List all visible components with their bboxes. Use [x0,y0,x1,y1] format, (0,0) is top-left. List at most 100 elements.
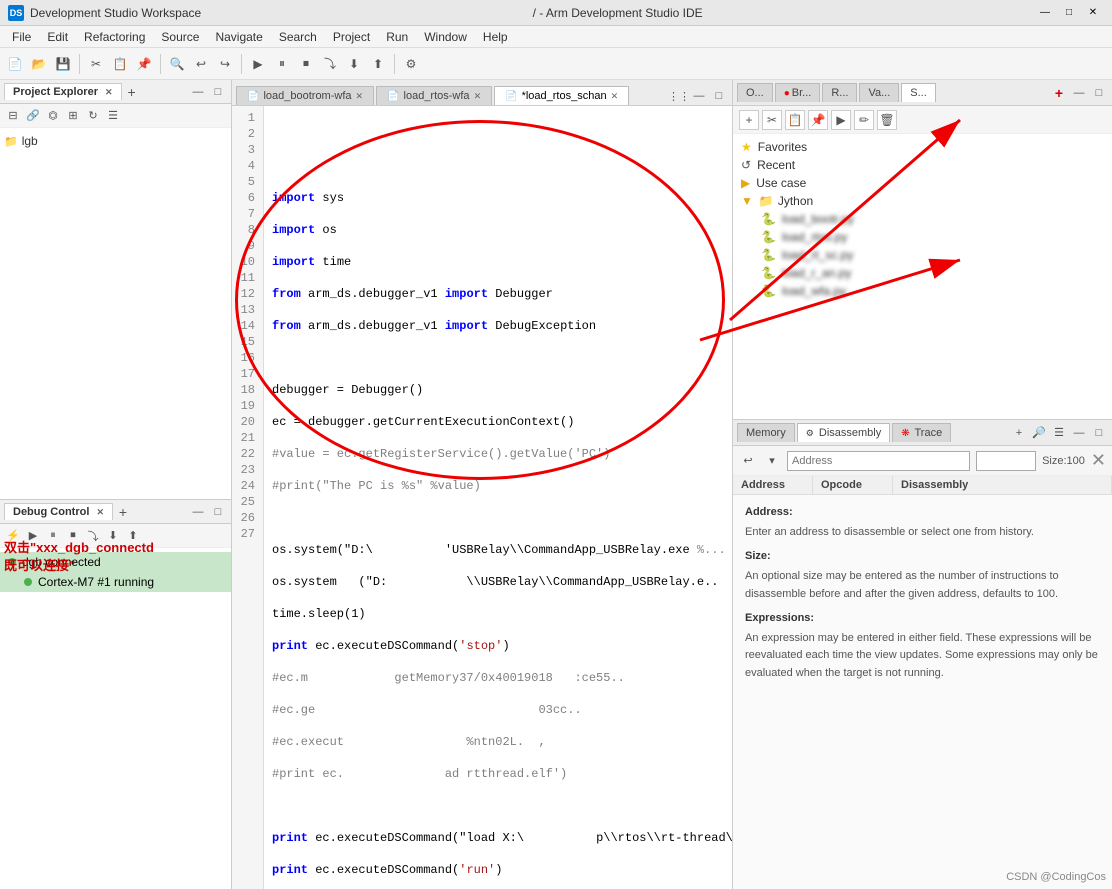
collapse-all-btn[interactable]: ⊟ [4,107,22,125]
toolbar-run[interactable]: ▶ [247,53,269,75]
project-explorer: Project Explorer ✕ + — □ ⊟ 🔗 ⏣ ⊞ ↻ ☰ [0,80,231,500]
fav-item-jython[interactable]: ▼ 📁 Jython [733,192,1112,210]
snippets-tab-r[interactable]: R... [822,83,857,102]
jython-file-5[interactable]: 🐍 load_wfa.py [753,282,1112,300]
fav-item-usecase[interactable]: ▶ Use case [733,174,1112,192]
panel-minimize-btn[interactable]: — [189,83,207,101]
jython-label: Jython [778,194,813,208]
menu-run[interactable]: Run [378,28,416,46]
tab-close-rtos[interactable]: ✕ [474,91,482,102]
editor-view-menu[interactable]: ⋮⋮ [670,87,688,105]
editor-tab-bootrom[interactable]: 📄 load_bootrom-wfa ✕ [236,86,374,105]
toolbar-new[interactable]: 📄 [4,53,26,75]
toolbar-copy[interactable]: 📋 [109,53,131,75]
refresh-btn[interactable]: ↻ [84,107,102,125]
snippets-tab-o[interactable]: O... [737,83,773,102]
menu-search[interactable]: Search [271,28,325,46]
memory-tab-trace[interactable]: ❋ Trace [892,423,951,442]
snippets-tab-br[interactable]: ●Br... [775,83,821,102]
tree-item-lgb[interactable]: 📁 lgb [0,132,231,150]
snippets-tab-s[interactable]: S... [901,83,936,102]
toolbar-open[interactable]: 📂 [28,53,50,75]
memory-minimize[interactable]: — [1070,424,1088,442]
toolbar-pause[interactable]: ⏸ [271,53,293,75]
toolbar-cut[interactable]: ✂ [85,53,107,75]
snippets-maximize[interactable]: □ [1090,84,1108,102]
watermark: CSDN @CodingCos [1006,871,1106,883]
menu-navigate[interactable]: Navigate [207,28,270,46]
maximize-button[interactable]: □ [1058,5,1080,21]
memory-add-tab[interactable]: + [1010,424,1028,442]
address-input[interactable] [787,451,970,471]
debug-minimize-btn[interactable]: — [189,503,207,521]
editor-tab-schan[interactable]: 📄 *load_rtos_schan ✕ [494,86,629,105]
link-editor-btn[interactable]: 🔗 [24,107,42,125]
close-button[interactable]: ✕ [1082,5,1104,21]
fav-item-recent[interactable]: ↺ Recent [733,156,1112,174]
toolbar-undo[interactable]: ↩ [190,53,212,75]
disasm-close-btn[interactable]: ✕ [1091,450,1106,471]
menu-project[interactable]: Project [325,28,378,46]
menu-file[interactable]: File [4,28,39,46]
code-line-8 [272,350,724,366]
toolbar-stop[interactable]: ⏹ [295,53,317,75]
disasm-dropdown-btn[interactable]: ▾ [763,452,781,470]
snippets-add-tab[interactable]: + [1050,84,1068,102]
project-explorer-tab-close[interactable]: ✕ [105,87,113,97]
snip-btn-scissors[interactable]: ✂ [762,110,782,130]
toolbar-search[interactable]: 🔍 [166,53,188,75]
project-explorer-add-tab[interactable]: + [124,84,140,100]
memory-tab-memory[interactable]: Memory [737,423,795,442]
editor-maximize[interactable]: □ [710,87,728,105]
snippets-tab-va[interactable]: Va... [859,83,899,102]
tab-close-bootrom[interactable]: ✕ [356,91,364,102]
fav-item-favorites[interactable]: ★ Favorites [733,138,1112,156]
code-editor[interactable]: import sys import os import time from ar… [264,106,732,889]
menu-refactoring[interactable]: Refactoring [76,28,153,46]
toolbar-settings[interactable]: ⚙ [400,53,422,75]
menu-edit[interactable]: Edit [39,28,76,46]
memory-tool1[interactable]: 🔎 [1030,424,1048,442]
editor-minimize[interactable]: — [690,87,708,105]
menu-source[interactable]: Source [153,28,207,46]
jython-file-3[interactable]: 🐍 load_rt_sc.py [753,246,1112,264]
snip-btn-copy[interactable]: 📋 [785,110,805,130]
expand-btn[interactable]: ⊞ [64,107,82,125]
tab-label-rtos: load_rtos-wfa [404,90,470,102]
snip-btn-delete[interactable]: 🗑 [877,110,897,130]
recent-label: Recent [757,158,795,172]
debug-control-tab-close[interactable]: ✕ [96,507,104,517]
tab-label-bootrom: load_bootrom-wfa [263,90,351,102]
size-input[interactable] [976,451,1036,471]
filter-btn[interactable]: ⏣ [44,107,62,125]
panel-maximize-btn[interactable]: □ [209,83,227,101]
snippets-minimize[interactable]: — [1070,84,1088,102]
disasm-back-btn[interactable]: ↩ [739,452,757,470]
snip-btn-edit[interactable]: ✏ [854,110,874,130]
editor-tab-rtos[interactable]: 📄 load_rtos-wfa ✕ [376,86,492,105]
debug-control-tab[interactable]: Debug Control ✕ [4,503,113,520]
toolbar-step-into[interactable]: ⬇ [343,53,365,75]
toolbar-redo[interactable]: ↪ [214,53,236,75]
memory-tab-disasm[interactable]: ⚙ Disassembly [797,423,891,442]
project-explorer-tab[interactable]: Project Explorer ✕ [4,83,122,100]
snip-btn-paste[interactable]: 📌 [808,110,828,130]
toolbar-step-over[interactable]: ⤵ [319,53,341,75]
memory-maximize[interactable]: □ [1090,424,1108,442]
menu-window[interactable]: Window [416,28,475,46]
menu-btn[interactable]: ☰ [104,107,122,125]
toolbar-step-out[interactable]: ⬆ [367,53,389,75]
toolbar-paste[interactable]: 📌 [133,53,155,75]
menu-help[interactable]: Help [475,28,516,46]
snip-btn-add[interactable]: + [739,110,759,130]
debug-maximize-btn[interactable]: □ [209,503,227,521]
snip-btn-run[interactable]: ▶ [831,110,851,130]
jython-file-4[interactable]: 🐍 load_r_an.py [753,264,1112,282]
jython-file-1[interactable]: 🐍 load_bootr.py [753,210,1112,228]
tab-close-schan[interactable]: ✕ [611,91,619,102]
toolbar-save[interactable]: 💾 [52,53,74,75]
jython-file-2[interactable]: 🐍 load_rtos.py [753,228,1112,246]
memory-tool2[interactable]: ☰ [1050,424,1068,442]
minimize-button[interactable]: — [1034,5,1056,21]
debug-control-add-tab[interactable]: + [115,504,131,520]
